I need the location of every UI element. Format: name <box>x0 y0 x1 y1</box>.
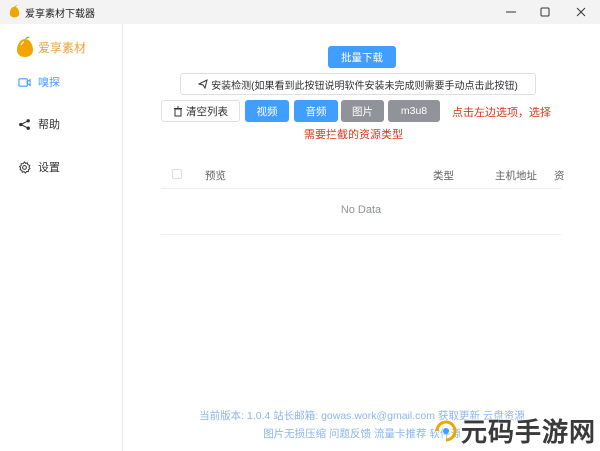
sidebar-item-settings[interactable]: 设置 <box>18 159 60 175</box>
window-title: 爱享素材下载器 <box>25 9 95 20</box>
app-logo-icon <box>9 5 20 18</box>
sidebar-item-help[interactable]: 帮助 <box>18 116 60 132</box>
sidebar-item-label: 嗅探 <box>38 77 60 89</box>
column-host: 主机地址 <box>495 170 537 182</box>
send-icon <box>198 79 208 89</box>
install-check-label: 安装检测(如果看到此按钮说明软件安装未完成则需要手动点击此按钮) <box>211 80 518 92</box>
sidebar-item-sniff[interactable]: 嗅探 <box>18 74 60 90</box>
maximize-button[interactable] <box>528 0 562 24</box>
column-resource: 资 <box>554 170 565 182</box>
select-all-checkbox[interactable] <box>172 169 182 179</box>
column-preview: 预览 <box>205 170 226 182</box>
filter-audio-button[interactable]: 音频 <box>294 100 338 122</box>
video-icon <box>18 77 31 87</box>
clear-list-label: 清空列表 <box>186 105 228 118</box>
empty-state: No Data <box>340 204 382 216</box>
trash-icon <box>174 106 182 116</box>
clear-list-button[interactable]: 清空列表 <box>161 100 240 122</box>
minimize-icon <box>506 11 516 13</box>
sidebar-item-label: 帮助 <box>38 119 60 131</box>
watermark-logo-icon <box>435 420 457 441</box>
share-icon <box>19 118 30 130</box>
sidebar: 爱享素材 嗅探 帮助 设置 <box>0 24 123 451</box>
minimize-button[interactable] <box>494 0 528 24</box>
gear-icon <box>18 160 31 174</box>
table-header: 预览 类型 主机地址 资 <box>161 162 565 189</box>
maximize-icon <box>540 7 550 17</box>
filter-image-button[interactable]: 图片 <box>341 100 384 122</box>
filter-video-button[interactable]: 视频 <box>245 100 289 122</box>
main-panel: 批量下载 安装检测(如果看到此按钮说明软件安装未完成则需要手动点击此按钮) 清空… <box>124 24 600 451</box>
column-type: 类型 <box>433 170 454 182</box>
filter-hint-line2: 需要拦截的资源类型 <box>304 129 403 141</box>
filter-m3u8-button[interactable]: m3u8 <box>388 100 440 122</box>
close-icon <box>576 7 586 17</box>
batch-download-button[interactable]: 批量下载 <box>328 46 396 68</box>
site-watermark: 元码手游网 <box>433 412 596 449</box>
title-bar: 爱享素材下载器 <box>0 0 600 24</box>
install-check-button[interactable]: 安装检测(如果看到此按钮说明软件安装未完成则需要手动点击此按钮) <box>180 73 536 95</box>
table-divider <box>161 234 561 235</box>
gourd-logo-icon <box>17 36 33 57</box>
close-button[interactable] <box>564 0 598 24</box>
sidebar-item-label: 设置 <box>38 162 60 174</box>
brand-name: 爱享素材 <box>38 40 87 55</box>
watermark-text: 元码手游网 <box>460 417 596 447</box>
filter-hint-line1: 点击左边选项，选择 <box>452 107 551 119</box>
brand-logo: 爱享素材 <box>15 36 86 58</box>
